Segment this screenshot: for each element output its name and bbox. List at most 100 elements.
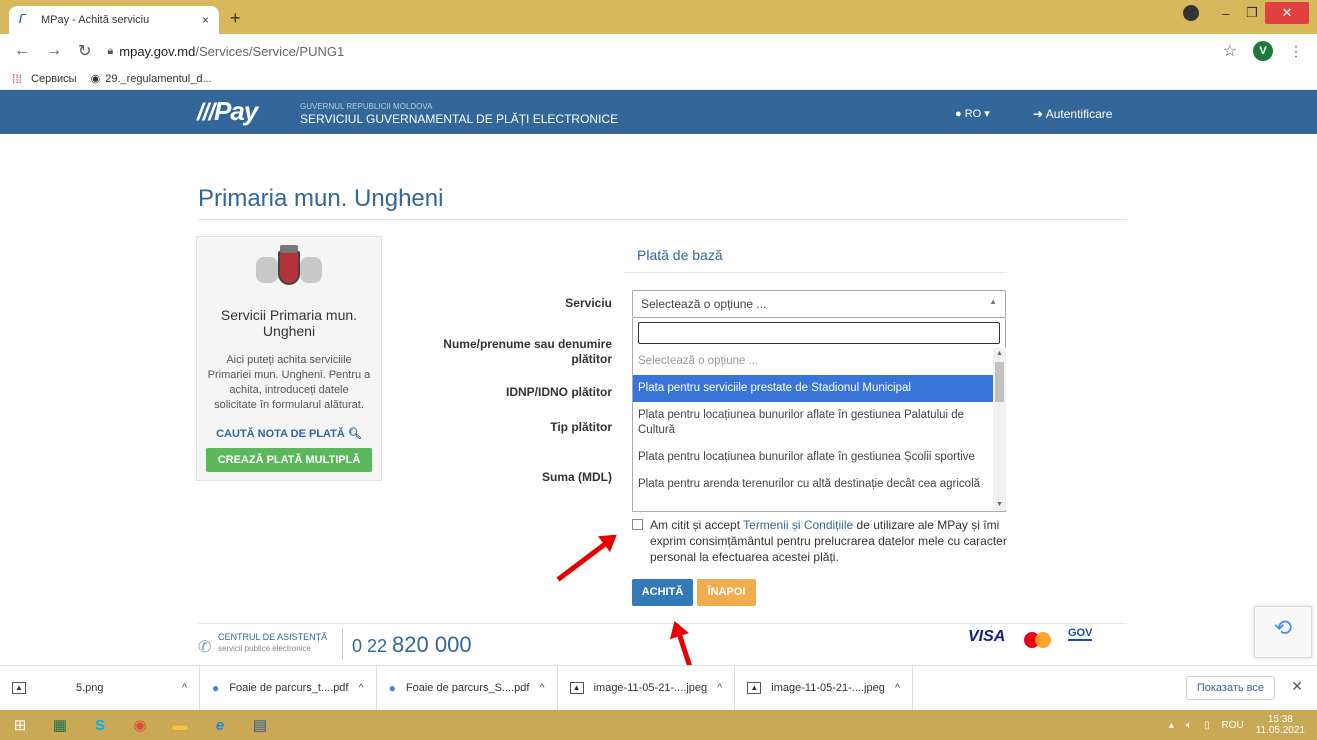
caret-down-icon: ▾ <box>984 108 990 120</box>
chevron-up-icon[interactable]: ^ <box>358 682 363 694</box>
profile-avatar[interactable]: V <box>1253 41 1273 61</box>
download-filename: Foaie de parcurs_t....pdf <box>229 682 349 694</box>
dropdown-scrollbar[interactable]: ▲ ▼ <box>993 348 1006 510</box>
bookmarks-bar: ⁞⁞⁞ Сервисы ◉ 29._regulamentul_d... <box>0 68 1317 90</box>
download-filename: image-11-05-21-....jpeg <box>593 682 708 694</box>
globe-icon: ● <box>955 108 962 120</box>
scroll-down-icon[interactable]: ▼ <box>996 501 1003 508</box>
help-phone-number: 0 22 820 000 <box>352 632 472 658</box>
scrollbar-thumb[interactable] <box>995 362 1004 402</box>
terms-consent: Am citit și accept Termenii și Condițiil… <box>632 517 1012 565</box>
globe-icon: ◉ <box>90 73 101 85</box>
close-downloads-icon[interactable]: ✕ <box>1291 678 1303 695</box>
volume-icon[interactable]: 🔈︎ <box>1186 720 1192 731</box>
annotation-arrow-checkbox <box>556 535 616 582</box>
reload-icon[interactable]: ↻ <box>78 41 91 61</box>
download-item[interactable]: ▲ image-11-05-21-....jpeg ^ <box>735 666 913 710</box>
gov-title: GUVERNUL REPUBLICII MOLDOVA SERVICIUL GU… <box>300 102 618 126</box>
search-invoice-link[interactable]: CAUTĂ NOTA DE PLATĂ 🔍︎ <box>197 427 381 440</box>
site-header: ///Pay GUVERNUL REPUBLICII MOLDOVA SERVI… <box>0 90 1317 134</box>
gov-small-title: GUVERNUL REPUBLICII MOLDOVA <box>300 102 433 111</box>
recaptcha-icon: ⟲ <box>1273 615 1293 640</box>
bookmark-apps[interactable]: ⁞⁞⁞ Сервисы <box>12 72 77 86</box>
terms-link[interactable]: Termenii și Condițiile <box>743 518 853 532</box>
amount-label: Suma (MDL) <box>542 470 612 484</box>
pay-button[interactable]: ACHITĂ <box>632 579 693 606</box>
account-icon[interactable] <box>1183 5 1199 21</box>
bookmark-regulament[interactable]: ◉ 29._regulamentul_d... <box>90 72 212 86</box>
multiple-payment-button[interactable]: CREAZĂ PLATĂ MULTIPLĂ <box>205 448 373 472</box>
language-dropdown[interactable]: ● RO ▾ <box>955 107 990 120</box>
service-info-card: Servicii Primaria mun. Ungheni Aici pute… <box>196 236 382 481</box>
footer-divider <box>198 623 1127 624</box>
help-center-title: CENTRUL DE ASISTENȚĂ <box>218 632 328 642</box>
show-all-downloads-button[interactable]: Показать все <box>1185 676 1275 700</box>
language-label: RO <box>964 108 982 120</box>
search-icon: 🔍︎ <box>347 428 362 440</box>
login-link[interactable]: ➜ Autentificare <box>1033 107 1112 121</box>
login-label: Autentificare <box>1045 107 1113 121</box>
download-filename: image-11-05-21-....jpeg <box>771 682 885 694</box>
dropdown-option-highlighted[interactable]: Plata pentru serviciile prestate de Stad… <box>633 375 993 402</box>
dropdown-option[interactable]: Plata pentru locațiunea bunurilor aflate… <box>633 402 993 444</box>
page-title: Primaria mun. Ungheni <box>198 185 444 212</box>
terms-text: Am citit și accept Termenii și Condițiil… <box>650 517 1012 565</box>
maximize-button[interactable]: ❐ <box>1239 5 1265 21</box>
service-dropdown: Selectează o opțiune ... Plata pentru se… <box>632 318 1006 512</box>
download-item[interactable]: ● Foaie de parcurs_t....pdf ^ <box>200 666 377 710</box>
download-item[interactable]: ● Foaie de parcurs_S....pdf ^ <box>377 666 558 710</box>
terms-text-before: Am citit și accept <box>650 518 744 532</box>
chevron-up-icon[interactable]: ^ <box>539 682 544 694</box>
tab-close-icon[interactable]: × <box>202 13 209 27</box>
excel-icon[interactable]: ▦ <box>40 711 80 739</box>
sidebar-description: Aici puteți achita serviciile Primariei … <box>207 354 371 411</box>
sign-in-icon: ➜ <box>1033 107 1044 121</box>
input-language[interactable]: ROU <box>1221 720 1243 731</box>
file-explorer-icon[interactable]: ▬ <box>160 711 200 739</box>
scroll-up-icon[interactable]: ▲ <box>996 350 1003 357</box>
downloads-bar: ▲ 5.png ^ ● Foaie de parcurs_t....pdf ^ … <box>0 665 1317 710</box>
chevron-up-icon[interactable]: ^ <box>182 682 187 694</box>
browser-tabstrip: /‾ MPay - Achită serviciu × + – ❐ ✕ <box>0 0 1317 34</box>
bookmark-label: 29._regulamentul_d... <box>105 72 212 85</box>
back-arrow-icon[interactable]: ← <box>14 42 30 60</box>
address-bar-row: ← → ↻ 🔒︎ mpay.gov.md/Services/Service/PU… <box>0 34 1317 68</box>
skype-icon[interactable]: S <box>80 711 120 739</box>
minimize-button[interactable]: – <box>1213 6 1239 21</box>
mpay-logo[interactable]: ///Pay <box>197 96 258 127</box>
browser-menu-icon[interactable]: ⋮ <box>1289 43 1303 60</box>
dropdown-search-input[interactable] <box>638 322 1000 344</box>
download-item[interactable]: ▲ 5.png ^ <box>0 666 200 710</box>
terms-checkbox[interactable] <box>632 519 643 530</box>
service-select[interactable]: Selectează o opțiune ... ▲ <box>632 290 1006 318</box>
url-field[interactable]: 🔒︎ mpay.gov.md/Services/Service/PUNG1 <box>107 44 1206 59</box>
word-icon[interactable]: ▤ <box>240 711 280 739</box>
forward-arrow-icon[interactable]: → <box>46 42 62 60</box>
browser-tab[interactable]: /‾ MPay - Achită serviciu × <box>9 6 219 34</box>
close-window-button[interactable]: ✕ <box>1265 2 1309 24</box>
tray-arrow-icon[interactable]: ▴ <box>1169 720 1174 731</box>
help-center: CENTRUL DE ASISTENȚĂ servicii publice el… <box>218 632 327 654</box>
recaptcha-badge[interactable]: ⟲ <box>1254 606 1312 658</box>
clock[interactable]: 15:38 11.05.2021 <box>1256 714 1305 736</box>
chevron-up-icon[interactable]: ^ <box>717 682 722 694</box>
dropdown-option[interactable]: Plata pentru arenda terenurilor cu altă … <box>633 471 993 498</box>
bookmark-label: Сервисы <box>31 72 77 85</box>
window-controls: – ❐ ✕ <box>1183 0 1317 26</box>
windows-start-icon[interactable]: ⊞ <box>0 711 40 739</box>
download-item[interactable]: ▲ image-11-05-21-....jpeg ^ <box>558 666 736 710</box>
network-icon[interactable]: ▯ <box>1204 720 1210 731</box>
internet-explorer-icon[interactable]: e <box>200 711 240 739</box>
chrome-taskbar-icon[interactable]: ◉ <box>120 711 160 739</box>
dropdown-option[interactable]: Plata pentru locațiunea bunurilor aflate… <box>633 444 993 471</box>
windows-taskbar: ⊞ ▦ S ◉ ▬ e ▤ ▴ 🔈︎ ▯ ROU 15:38 11.05.202… <box>0 710 1317 740</box>
dropdown-option[interactable]: Selectează o opțiune ... <box>633 348 993 375</box>
apps-grid-icon: ⁞⁞⁞ <box>12 71 23 86</box>
bookmark-star-icon[interactable]: ☆ <box>1223 41 1237 61</box>
clock-time: 15:38 <box>1267 714 1293 725</box>
back-button[interactable]: ÎNAPOI <box>697 579 756 606</box>
new-tab-button[interactable]: + <box>230 8 241 29</box>
form-divider <box>624 272 1007 273</box>
chevron-up-icon[interactable]: ^ <box>895 682 900 694</box>
payer-type-label: Tip plătitor <box>550 420 612 434</box>
